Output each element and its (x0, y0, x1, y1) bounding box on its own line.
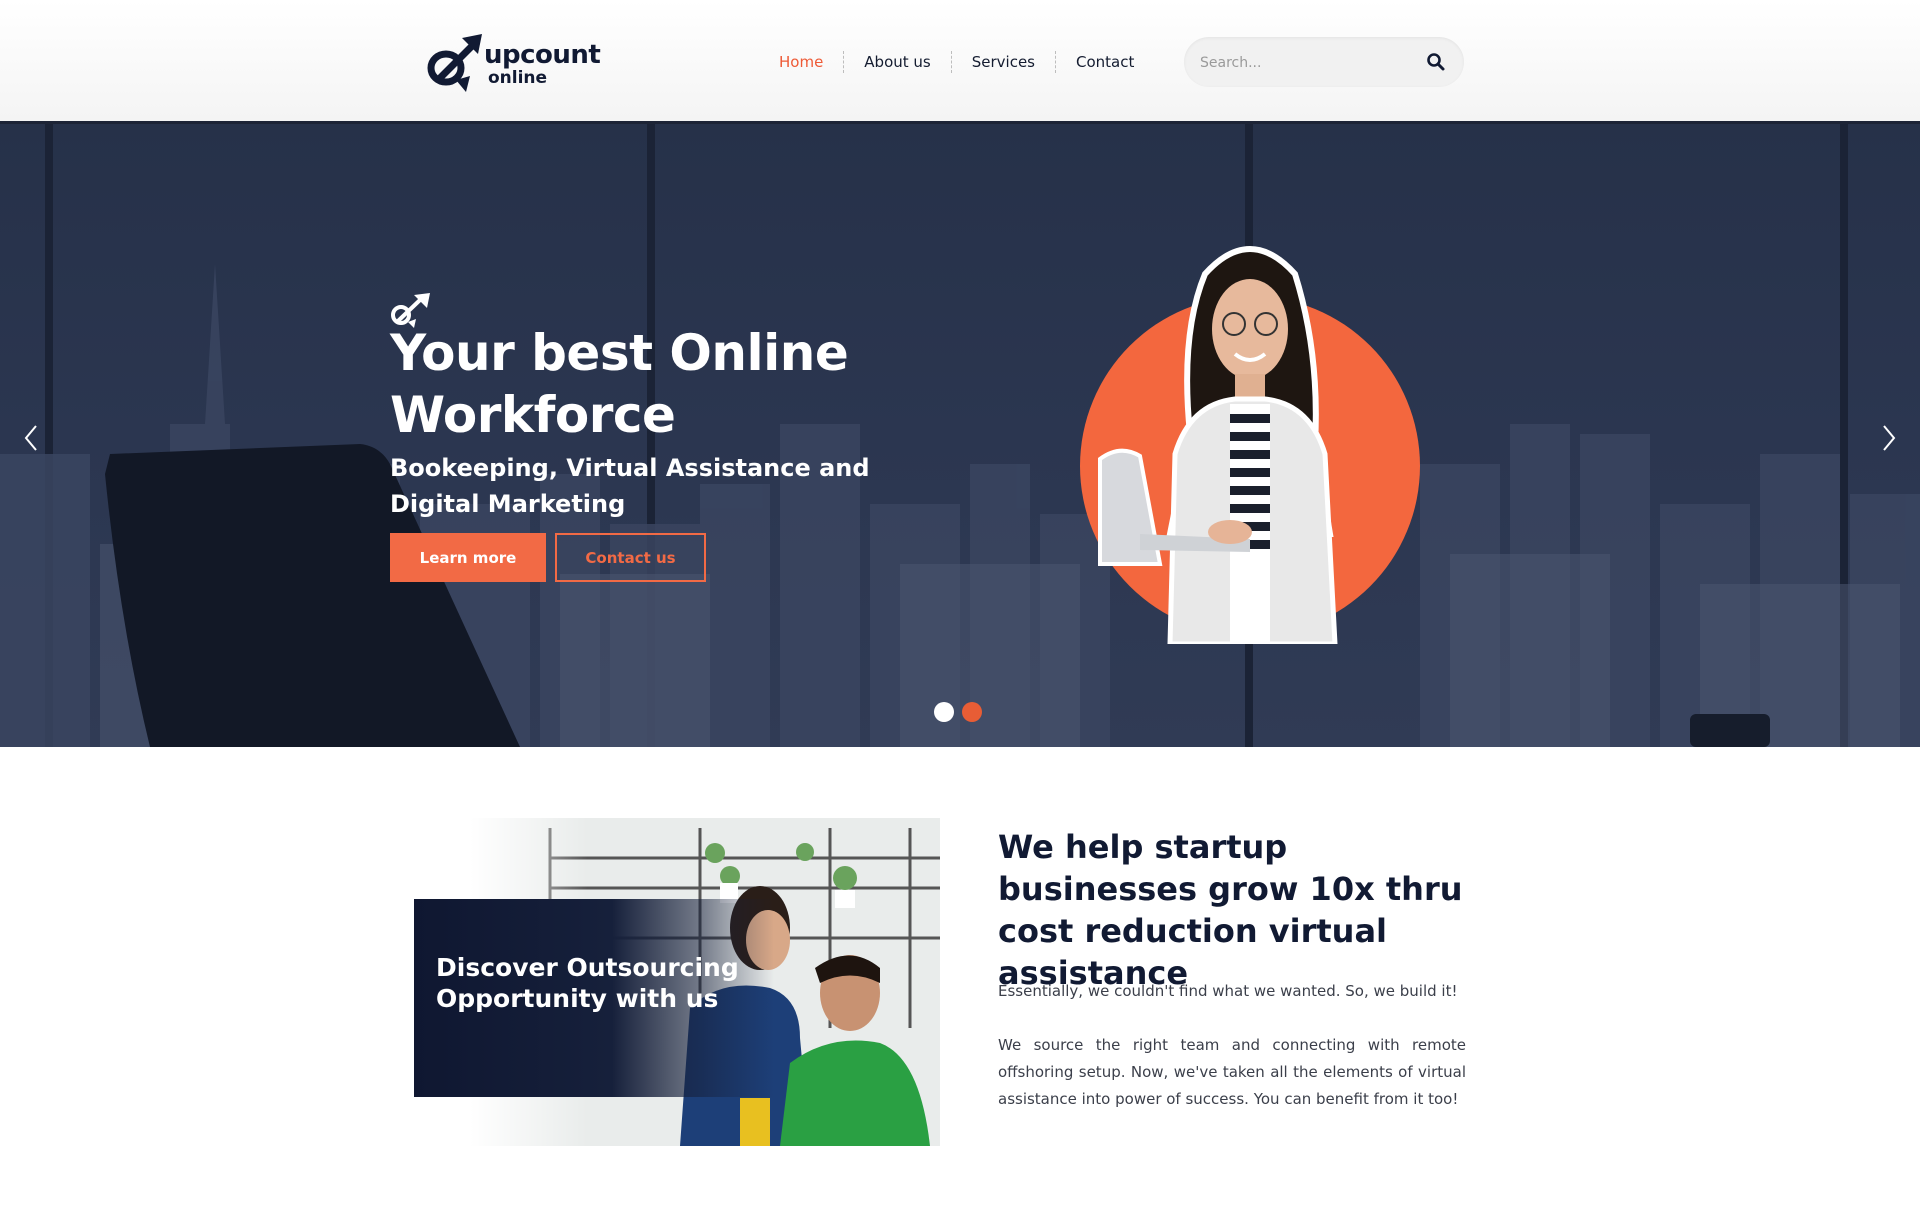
search-icon[interactable] (1426, 52, 1446, 72)
slider-prev-arrow-icon[interactable] (18, 420, 44, 456)
hero-slider: Your best Online Workforce Bookeeping, V… (0, 124, 1920, 747)
nav-about-us[interactable]: About us (843, 51, 950, 73)
about-heading: We help startup businesses grow 10x thru… (998, 828, 1463, 992)
about-paragraph-2: We source the right team and connecting … (998, 1036, 1466, 1108)
slider-next-arrow-icon[interactable] (1876, 420, 1902, 456)
site-header: upcount online Home About us Services Co… (0, 0, 1920, 124)
slider-dot-2[interactable] (962, 702, 982, 722)
slider-dot-1[interactable] (934, 702, 954, 722)
nav-services[interactable]: Services (950, 51, 1055, 73)
nav-home[interactable]: Home (766, 51, 843, 73)
search-input[interactable] (1200, 51, 1410, 75)
overlay-caption: Discover Outsourcing Opportunity with us (436, 953, 739, 1013)
learn-more-button[interactable]: Learn more (390, 533, 546, 582)
logo-arrow-icon (427, 34, 482, 92)
city-skyline-background (0, 124, 1920, 747)
brand-name: upcount (484, 40, 601, 70)
brand-subname: online (488, 68, 548, 88)
hero-subtitle: Bookeeping, Virtual Assistance and Digit… (390, 454, 870, 518)
hero-person-illustration (1080, 246, 1420, 644)
main-nav: Home About us Services Contact (766, 50, 1154, 74)
contact-us-button[interactable]: Contact us (555, 533, 706, 582)
nav-contact[interactable]: Contact (1055, 51, 1154, 73)
hero-title: Your best Online Workforce (390, 324, 849, 444)
search-box (1184, 37, 1464, 87)
brand-logo[interactable]: upcount online (426, 32, 606, 94)
slider-pagination (934, 702, 982, 722)
about-paragraph-1: Essentially, we couldn't find what we wa… (998, 982, 1458, 1000)
